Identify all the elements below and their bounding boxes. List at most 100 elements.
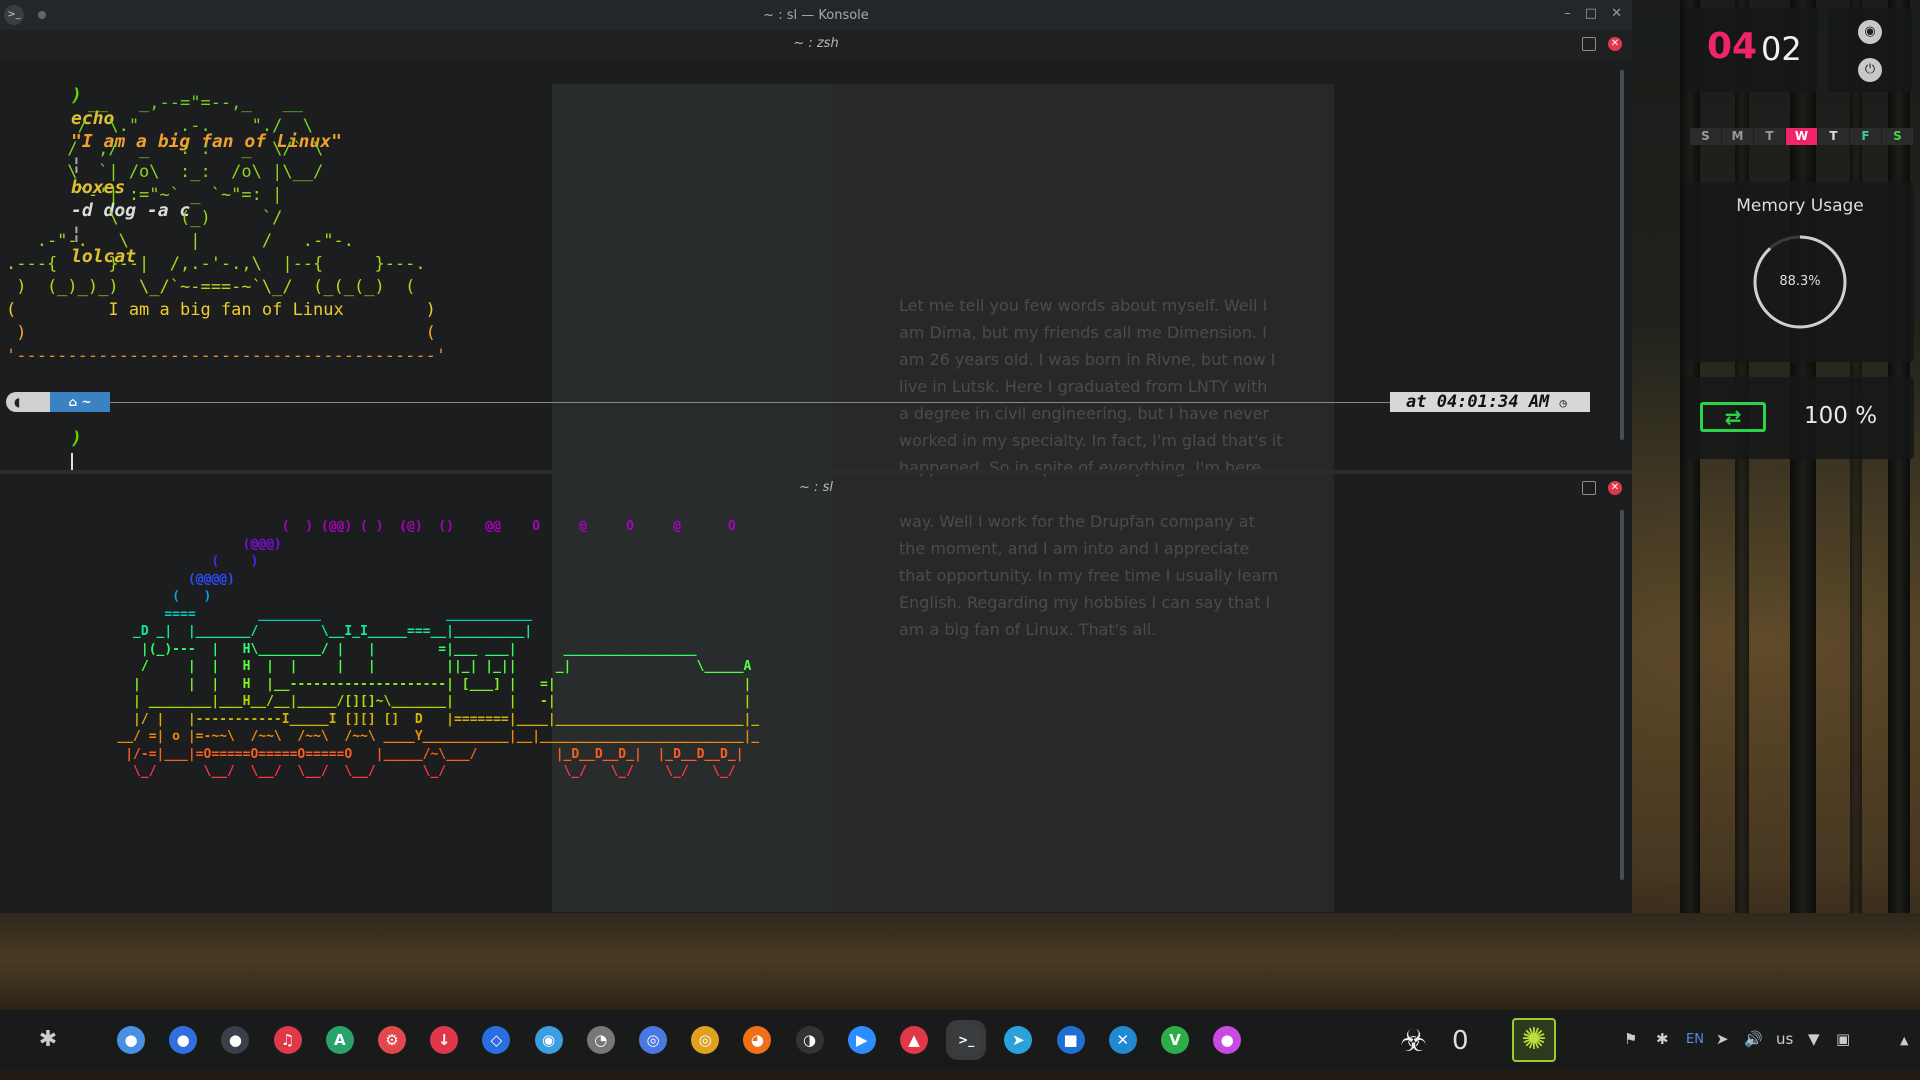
keyboard-layout[interactable]: us — [1776, 1030, 1793, 1048]
bottom-pane[interactable]: ~ : sl ✕ ( ) (@@) ( ) (@) () @@ O @ O @ … — [0, 474, 1632, 913]
train-art-line: (@@@) — [0, 536, 282, 552]
virtualbox-icon[interactable]: ■ — [1056, 1026, 1085, 1054]
tray-expand-icon[interactable]: ▲ — [1900, 1034, 1908, 1047]
split-view-icon[interactable] — [1582, 37, 1596, 51]
weekday-cell: T — [1754, 128, 1785, 145]
weekday-cell: F — [1850, 128, 1881, 145]
download-icon[interactable]: ↓ — [430, 1026, 459, 1054]
window-titlebar[interactable]: >_ ~ : sl — Konsole – □ ✕ — [0, 0, 1632, 30]
bluetooth-icon[interactable]: ✱ — [1656, 1030, 1669, 1048]
boxes-dog-output: __ _,--="=--,_ __ / \." .-. "./ \ / ,/ _… — [6, 92, 446, 368]
firefox-icon[interactable]: ◕ — [743, 1026, 772, 1054]
text-cursor — [71, 453, 74, 471]
display-icon[interactable]: ▣ — [1836, 1030, 1850, 1048]
prompt-status-line: ◖ ⌂ ~ at 04:01:34 AM ◷ — [6, 392, 1590, 412]
volume-icon[interactable]: 🔊 — [1744, 1030, 1763, 1048]
power-icon[interactable]: ⏻ — [1858, 58, 1882, 82]
status-rule — [106, 402, 1390, 403]
dog-art-line: .---{ }--| /,.-'-.,\ |--{ }---. — [6, 254, 426, 274]
top-pane[interactable]: ~ : zsh ✕ ) echo "I am a big fan of Linu… — [0, 30, 1632, 471]
status-time-segment: at 04:01:34 AM ◷ — [1390, 392, 1590, 412]
app-finder-icon[interactable]: ● — [117, 1026, 145, 1054]
clock-icon: ◷ — [1559, 396, 1567, 410]
train-art-line: ( ) — [0, 554, 259, 569]
bottom-pane-scrollbar[interactable] — [1620, 510, 1624, 880]
cooling-fan-icon[interactable]: ✺ — [1512, 1018, 1556, 1062]
memory-percent: 88.3% — [1779, 274, 1821, 289]
telegram-tray-icon[interactable]: ➤ — [1716, 1030, 1729, 1048]
weekday-cell: T — [1818, 128, 1849, 145]
dog-art-line: ) ( — [6, 323, 436, 343]
split-view-icon[interactable] — [1582, 481, 1596, 495]
dog-art-line: `-'| :="~` _ `~"=: | — [6, 185, 283, 205]
zoom-icon[interactable]: ▶ — [847, 1026, 876, 1054]
train-art-line: _D _| |_______/ \__I_I_____===__|_______… — [0, 624, 533, 639]
close-pane-icon[interactable]: ✕ — [1608, 37, 1622, 51]
train-art-line: ==== ________ ___________ — [0, 606, 533, 622]
train-art-line: __/ =| o |=-~~\ /~~\ /~~\ /~~\ ____Y____… — [0, 729, 760, 744]
dog-art-line: __ _,--="=--,_ __ — [6, 93, 303, 113]
close-icon[interactable]: ✕ — [1611, 6, 1622, 21]
input-prompt-symbol: ) — [71, 428, 82, 449]
pdf-icon[interactable]: ▲ — [900, 1026, 928, 1054]
vim-icon[interactable]: V — [1161, 1026, 1189, 1054]
train-art-line: | | | H |__--------------------| [___] |… — [0, 676, 752, 692]
arch-icon[interactable]: A — [325, 1026, 354, 1054]
biohazard-icon[interactable]: ☣ — [1400, 1024, 1427, 1059]
forest-floor — [0, 913, 1920, 1010]
clock-hours: 04 — [1707, 26, 1758, 67]
taskbar: ✱ ● ● ● ♫ A ⚙ ↓ ◇ ◉ ◔ ◎ ◎ ◕ ◑ ▶ ▲ >_ ➤ ■ ✕ V ● ☣ 0 ✺ ⚑ ✱ EN ➤… — [0, 1010, 1920, 1070]
clock-widget: 04 02 — [1686, 8, 1818, 92]
battery-icon: ⇄ — [1700, 402, 1766, 432]
weekday-cell: S — [1690, 128, 1721, 145]
window-title: ~ : sl — Konsole — [763, 7, 869, 23]
top-pane-title: ~ : zsh — [793, 36, 839, 51]
train-art-line: ( ) (@@) ( ) (@) () @@ O @ O @ O — [0, 519, 736, 534]
dog-art-line: \ `| /o\ :_: /o\ |\__/ — [6, 162, 324, 182]
train-art-line: ( ) — [0, 589, 212, 604]
weekday-strip: SMTWTFS — [1690, 128, 1914, 145]
close-pane-icon[interactable]: ✕ — [1608, 481, 1622, 495]
clock-minutes: 02 — [1761, 30, 1802, 68]
color-picker-icon[interactable]: ● — [1213, 1026, 1242, 1054]
wifi-icon[interactable]: ▼ — [1808, 1030, 1820, 1048]
chrome-icon[interactable]: ◎ — [691, 1026, 720, 1054]
input-lang[interactable]: EN — [1686, 1032, 1704, 1047]
sl-train-animation: ( ) (@@) ( ) (@) () @@ O @ O @ O (@@@) (… — [0, 518, 759, 781]
train-art-line: |/ | |-----------I_____I [][] [] D |====… — [0, 711, 760, 727]
minimize-icon[interactable]: – — [1564, 6, 1571, 21]
top-pane-scrollbar[interactable] — [1620, 70, 1624, 440]
dog-art-line: \` (_) `/ — [6, 208, 283, 228]
train-art-line: |(_)--- | H\________/ | | =|___ ___| ___… — [0, 641, 697, 657]
dropbox-icon[interactable]: ◇ — [482, 1026, 511, 1054]
train-art-line: / | | H | | | | ||_| |_|| _| \_____A — [0, 659, 752, 674]
kde-launcher-icon[interactable]: ✱ — [34, 1026, 62, 1054]
steam-icon[interactable]: ◑ — [795, 1026, 824, 1054]
dog-art-line: ) (_)_)_) \_/`~-===-~`\_/ (_(_(_) ( — [6, 277, 416, 297]
status-time: at 04:01:34 AM — [1406, 392, 1550, 412]
top-pane-header: ~ : zsh ✕ — [0, 30, 1632, 58]
messenger-icon[interactable]: ● — [169, 1026, 198, 1054]
lock-icon[interactable]: ◉ — [1858, 20, 1882, 44]
compass-icon[interactable]: ◉ — [534, 1026, 563, 1054]
battery-widget: ⇄ 100 % — [1686, 377, 1914, 459]
dog-art-line: ( I am a big fan of Linux ) — [6, 300, 436, 320]
bell-icon[interactable]: ⚑ — [1624, 1030, 1637, 1048]
terminal-dark-icon[interactable]: ● — [221, 1026, 250, 1054]
weekday-cell: M — [1722, 128, 1753, 145]
telegram-icon[interactable]: ➤ — [1004, 1026, 1033, 1054]
tweaks-icon[interactable]: ⚙ — [378, 1026, 406, 1054]
train-art-line: \_/ \__/ \__/ \__/ \__/ \_/ \_/ \_/ \_/ … — [0, 764, 736, 779]
konsole-window[interactable]: >_ ~ : sl — Konsole – □ ✕ Let me tell yo… — [0, 0, 1632, 913]
vscode-icon[interactable]: ✕ — [1108, 1026, 1137, 1054]
headphones-icon[interactable]: ♫ — [273, 1026, 302, 1054]
gimp-icon[interactable]: ◔ — [586, 1026, 615, 1054]
battery-label: 100 % — [1804, 403, 1878, 429]
chromium-icon[interactable]: ◎ — [639, 1026, 667, 1054]
maximize-icon[interactable]: □ — [1585, 6, 1597, 21]
konsole-icon[interactable]: >_ — [952, 1026, 981, 1054]
dog-art-line: '---------------------------------------… — [6, 346, 447, 366]
weekday-cell: S — [1882, 128, 1913, 145]
dog-art-line: .-"-. \ | / .-"-. — [6, 231, 354, 251]
calendar-widget: SMTWTFS — [1686, 122, 1914, 151]
